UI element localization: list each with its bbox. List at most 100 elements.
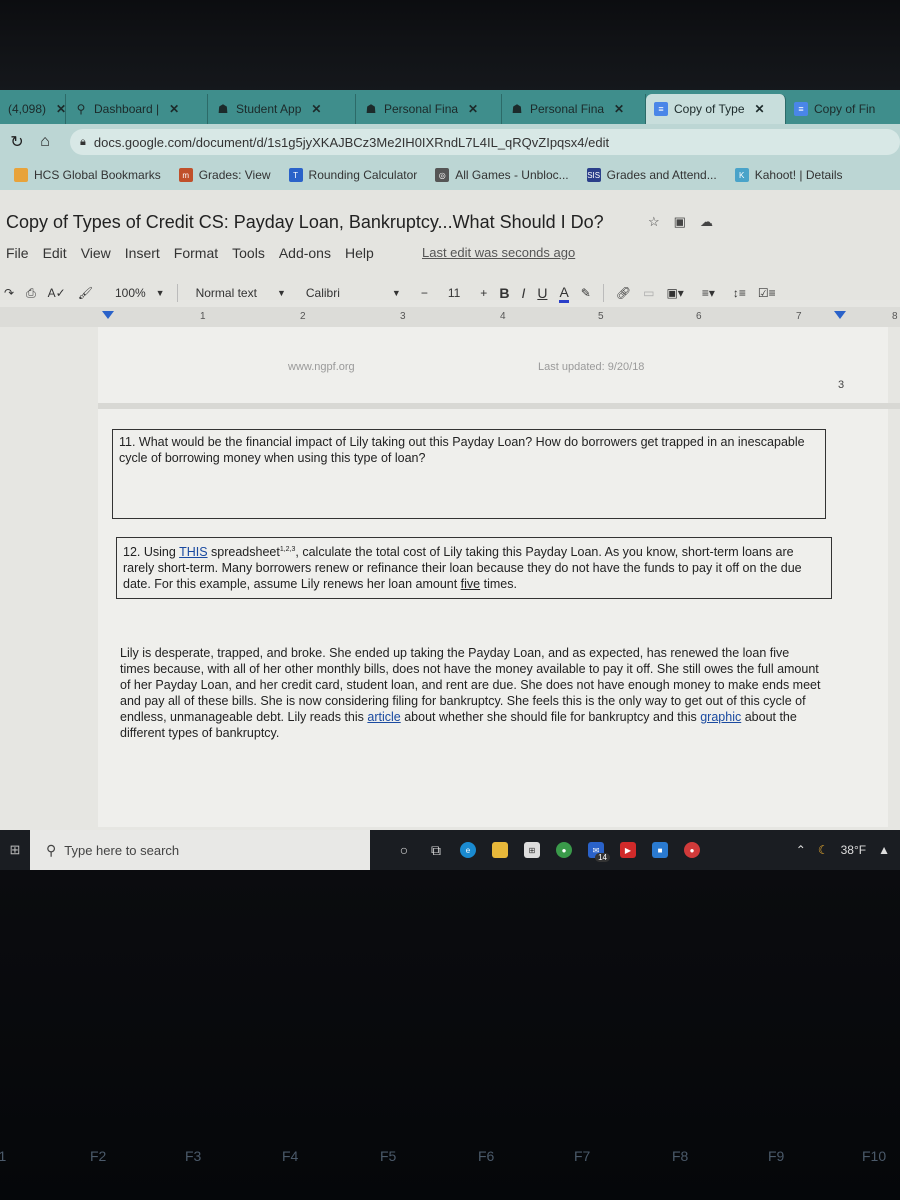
spreadsheet-link[interactable]: THIS [179, 545, 207, 559]
key-f9: F9 [768, 1148, 785, 1164]
gamepad-icon: ◎ [435, 168, 450, 182]
align-icon[interactable]: ≡▾ [702, 286, 715, 300]
left-indent-marker[interactable] [102, 311, 114, 319]
bold-button[interactable]: B [499, 285, 509, 301]
right-indent-marker[interactable] [834, 311, 846, 319]
bookmark-grades-view[interactable]: m Grades: View [178, 168, 271, 182]
screen: (4,098) ✕ ⚲ Dashboard | ✕ ☗ Student App … [0, 90, 900, 870]
weather-temp[interactable]: 38°F [841, 843, 866, 857]
divider [176, 284, 178, 302]
bookmark-label: Grades and Attend... [606, 168, 717, 182]
lock-icon: 🔒︎ [80, 135, 86, 148]
tab-copy-of-fin[interactable]: ≡ Copy of Fin [786, 94, 900, 124]
line-spacing-icon[interactable]: ↕≡ [733, 286, 746, 300]
bookmark-kahoot[interactable]: K Kahoot! | Details [734, 168, 843, 182]
cloud-saved-icon[interactable]: ☁ [700, 214, 713, 230]
style-select[interactable]: Normal text ▼ [196, 286, 286, 300]
zoom-app-icon[interactable]: ■ [646, 830, 674, 870]
comment-icon[interactable]: ▭ [643, 286, 654, 300]
reload-icon[interactable]: ↻ [6, 132, 28, 152]
google-docs-icon: ≡ [794, 102, 808, 116]
font-select[interactable]: Calibri ▼ [306, 286, 401, 300]
question-12-box[interactable]: 12. Using THIS spreadsheet1,2,3, calcula… [116, 537, 832, 599]
search-placeholder: Type here to search [64, 842, 180, 858]
image-icon[interactable]: ▣▾ [666, 286, 683, 300]
ruler-tick: 5 [598, 311, 604, 322]
bookmark-label: Rounding Calculator [308, 168, 418, 182]
ruler-tick: 6 [696, 311, 702, 322]
text-color-button[interactable]: A [559, 284, 569, 303]
moon-icon: ☾ [817, 843, 829, 857]
paint-format-icon[interactable]: 🖌︎ [78, 286, 93, 300]
cortana-icon[interactable]: ○ [390, 830, 418, 870]
task-view-icon[interactable]: ⧉ [422, 830, 450, 870]
menu-help[interactable]: Help [345, 245, 374, 261]
underline-button[interactable]: U [537, 285, 547, 301]
close-icon[interactable]: ✕ [56, 102, 66, 116]
menu-view[interactable]: View [81, 245, 111, 261]
close-icon[interactable]: ✕ [755, 102, 765, 116]
bookmark-label: Grades: View [198, 168, 271, 182]
tab-personal-finance-2[interactable]: ☗ Personal Fina ✕ [502, 94, 646, 124]
chrome-icon[interactable]: ● [550, 830, 578, 870]
tab-copy-of-types[interactable]: ≡ Copy of Type ✕ [646, 94, 786, 124]
home-icon[interactable]: ⌂ [34, 133, 56, 151]
zoom-select[interactable]: 100% ▼ [115, 286, 165, 300]
tab-personal-finance-1[interactable]: ☗ Personal Fina ✕ [356, 94, 502, 124]
spellcheck-icon[interactable]: A✓ [48, 286, 66, 300]
key-f5: F5 [380, 1148, 397, 1164]
menu-edit[interactable]: Edit [43, 245, 67, 261]
taskbar-search[interactable]: ⚲ Type here to search [30, 830, 370, 870]
move-to-folder-icon[interactable]: ▣ [674, 214, 686, 230]
bookmark-rounding-calculator[interactable]: T Rounding Calculator [288, 168, 418, 182]
close-icon[interactable]: ✕ [468, 102, 478, 116]
tab-label: Personal Fina [384, 102, 459, 116]
tab-student-app[interactable]: ☗ Student App ✕ [208, 94, 356, 124]
edge-icon[interactable]: e [454, 830, 482, 870]
menu-format[interactable]: Format [174, 245, 218, 261]
question-11-box[interactable]: 11. What would be the financial impact o… [112, 429, 826, 519]
mail-icon[interactable]: ✉ 14 [582, 830, 610, 870]
font-size-field[interactable]: 11 [448, 286, 460, 300]
link-icon[interactable]: 🔗︎ [616, 286, 631, 300]
close-icon[interactable]: ✕ [169, 102, 179, 116]
menu-tools[interactable]: Tools [232, 245, 265, 261]
print-icon[interactable]: ⎙ [26, 286, 36, 301]
tab-dashboard[interactable]: ⚲ Dashboard | ✕ [66, 94, 208, 124]
bookmark-all-games[interactable]: ◎ All Games - Unbloc... [435, 168, 569, 182]
ruler-tick: 1 [200, 311, 206, 322]
function-key-row: F1 F2 F3 F4 F5 F6 F7 F8 F9 F10 [0, 1148, 900, 1168]
last-edit-link[interactable]: Last edit was seconds ago [422, 245, 575, 260]
bookmark-hcs-global[interactable]: HCS Global Bookmarks [14, 168, 161, 182]
youtube-icon[interactable]: ▶ [614, 830, 642, 870]
formatting-toolbar: ↷ ⎙ A✓ 🖌︎ 100% ▼ Normal text ▼ Calibri ▼… [0, 278, 900, 308]
windows-start-icon[interactable]: ⊞ [0, 830, 30, 870]
highlight-icon[interactable]: ✎ [581, 286, 591, 300]
article-link[interactable]: article [367, 710, 400, 724]
menu-add-ons[interactable]: Add-ons [279, 245, 331, 261]
graphic-link[interactable]: graphic [700, 710, 741, 724]
network-icon[interactable]: ▲ [878, 843, 890, 857]
document-title[interactable]: Copy of Types of Credit CS: Payday Loan,… [6, 212, 604, 233]
close-icon[interactable]: ✕ [614, 102, 624, 116]
bookmarks-bar: HCS Global Bookmarks m Grades: View T Ro… [0, 160, 900, 190]
menu-insert[interactable]: Insert [125, 245, 160, 261]
tab-gmail[interactable]: (4,098) ✕ [0, 94, 66, 124]
star-icon[interactable]: ☆ [648, 214, 660, 230]
bookmark-grades-attendance[interactable]: SIS Grades and Attend... [586, 168, 717, 182]
document-page[interactable]: www.ngpf.org Last updated: 9/20/18 3 11.… [98, 327, 900, 827]
chrome-profile-icon[interactable]: ● [678, 830, 706, 870]
checklist-icon[interactable]: ☑≡ [758, 286, 776, 300]
url-field[interactable]: 🔒︎ docs.google.com/document/d/1s1g5jyXKA… [70, 129, 900, 155]
location-pin-icon: ⚲ [76, 102, 86, 116]
tray-expand-icon[interactable]: ⌃ [796, 843, 806, 857]
increase-font-size-button[interactable]: + [480, 286, 487, 300]
store-icon[interactable]: ⊞ [518, 830, 546, 870]
italic-button[interactable]: I [521, 285, 525, 301]
key-f4: F4 [282, 1148, 299, 1164]
decrease-font-size-button[interactable]: − [421, 286, 428, 300]
menu-file[interactable]: File [6, 245, 29, 261]
close-icon[interactable]: ✕ [311, 102, 321, 116]
file-explorer-icon[interactable] [486, 830, 514, 870]
redo-icon[interactable]: ↷ [4, 286, 14, 300]
